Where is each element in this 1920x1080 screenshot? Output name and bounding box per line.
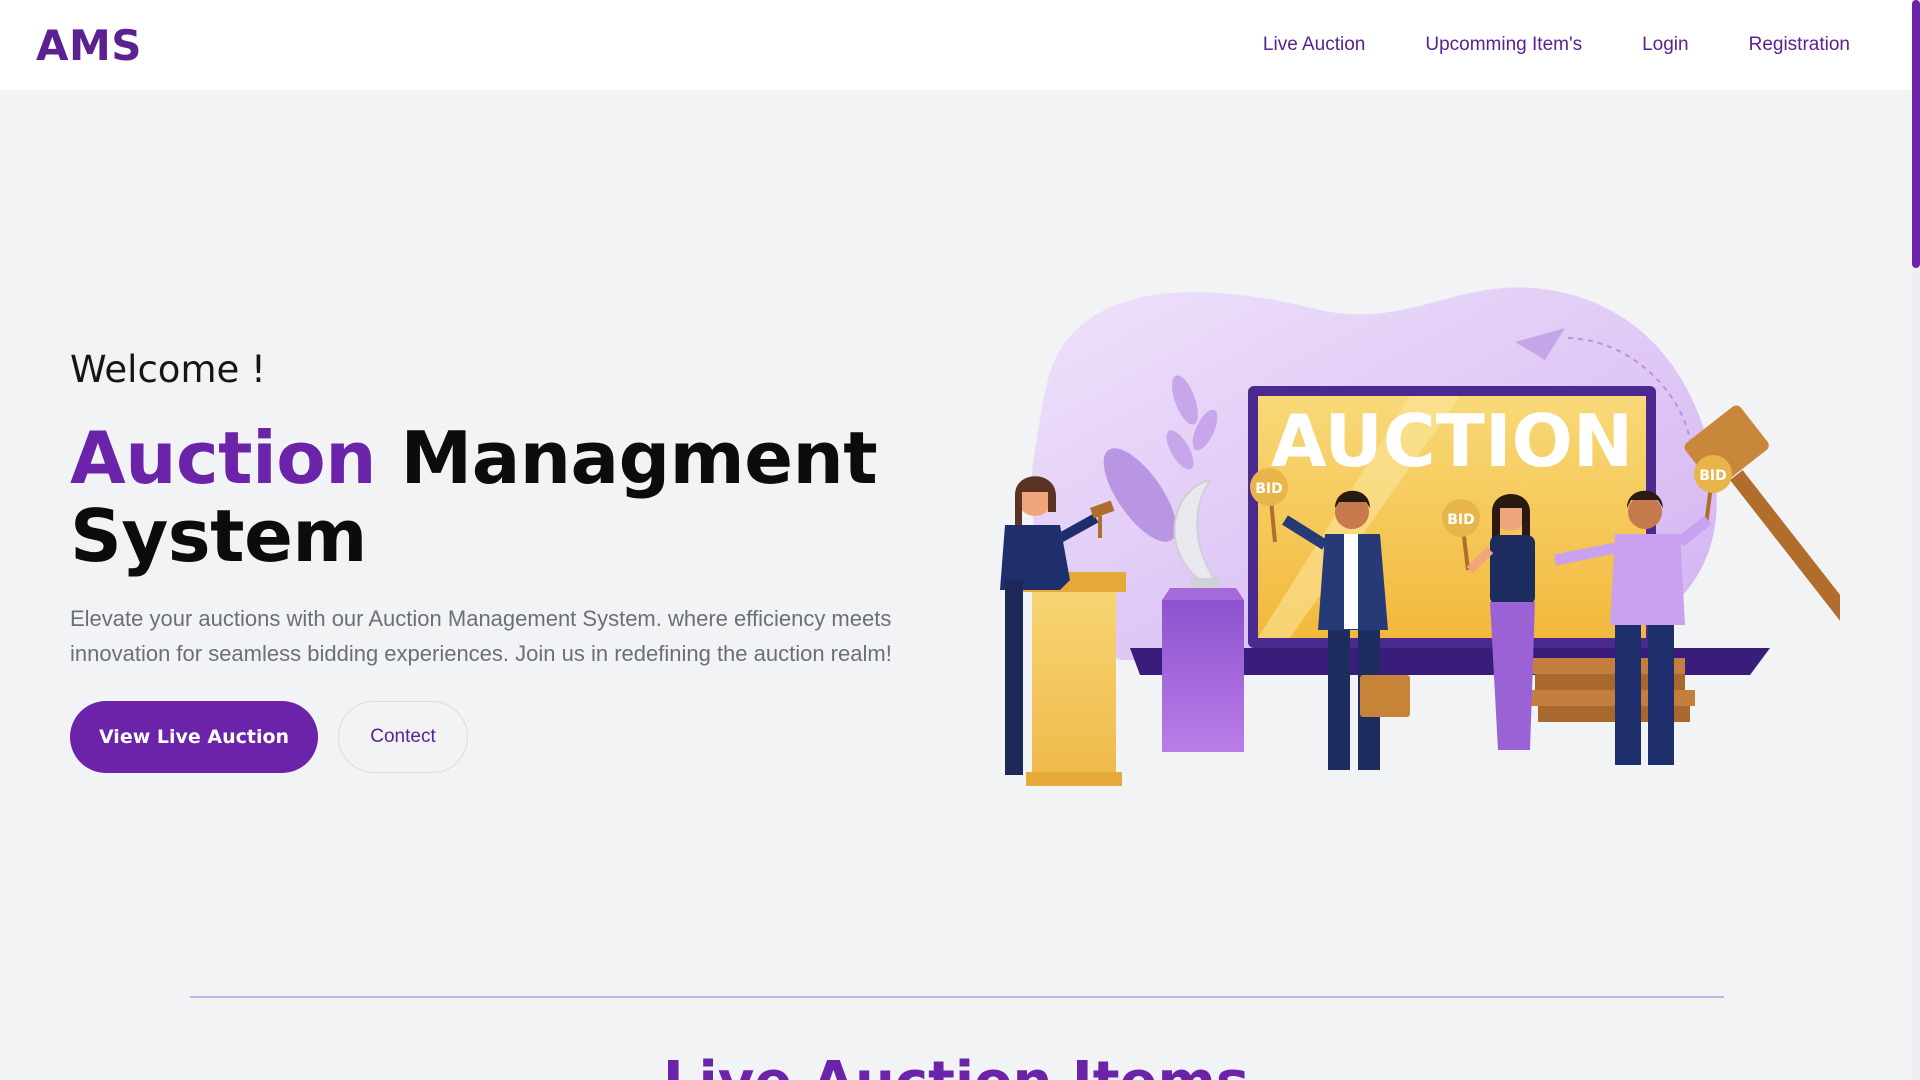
nav-live-auction[interactable]: Live Auction — [1263, 34, 1365, 56]
view-live-auction-button[interactable]: View Live Auction — [70, 701, 318, 773]
hero-section: Welcome ! Auction Managment System Eleva… — [70, 348, 930, 773]
hero-title: Auction Managment System — [70, 419, 930, 575]
section-divider — [190, 996, 1724, 998]
auction-podium — [1022, 572, 1126, 786]
brand-logo[interactable]: AMS — [36, 21, 142, 70]
svg-text:BID: BID — [1447, 512, 1475, 528]
main-nav: Live Auction Upcomming Item's Login Regi… — [1263, 34, 1876, 56]
welcome-text: Welcome ! — [70, 348, 266, 391]
auction-illustration: AUCTION BID BID BID — [1000, 287, 1840, 786]
nav-login[interactable]: Login — [1642, 34, 1689, 56]
section-title: Live Auction Items — [0, 1050, 1912, 1080]
hero-title-accent: Auction — [70, 416, 376, 500]
screen-text: AUCTION — [1271, 399, 1633, 483]
page-scrollbar[interactable] — [1912, 0, 1920, 1080]
svg-text:BID: BID — [1699, 468, 1727, 484]
contact-button[interactable]: Contect — [338, 701, 468, 773]
hero-description: Elevate your auctions with our Auction M… — [70, 606, 892, 666]
scrollbar-thumb[interactable] — [1912, 0, 1920, 268]
hero-actions: View Live Auction Contect — [70, 701, 930, 773]
nav-upcoming-items[interactable]: Upcomming Item's — [1425, 34, 1582, 56]
top-navbar: AMS Live Auction Upcomming Item's Login … — [0, 0, 1912, 90]
nav-registration[interactable]: Registration — [1749, 34, 1850, 56]
svg-text:BID: BID — [1255, 481, 1283, 497]
